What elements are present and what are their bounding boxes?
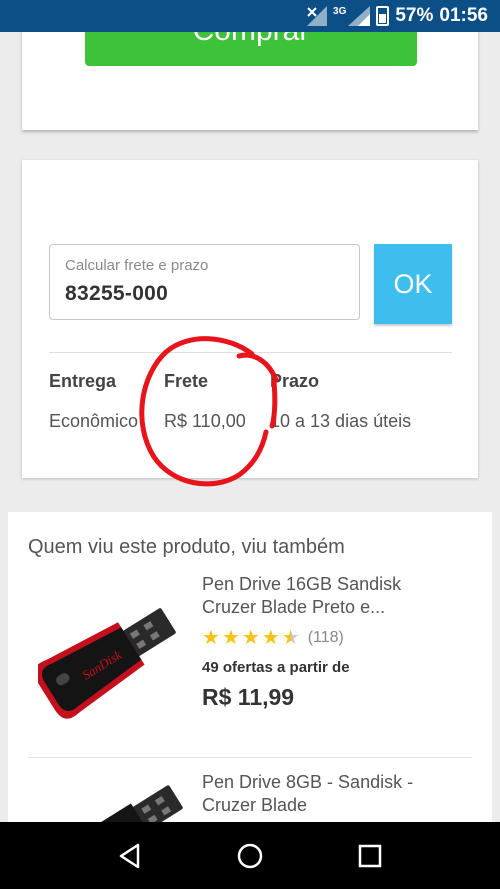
product-image[interactable]: SanDisk [34,580,198,730]
battery-icon [376,6,390,26]
cep-input[interactable]: Calcular frete e prazo 83255-000 [49,244,360,320]
header-delivery: Entrega [49,371,117,391]
divider [28,757,472,758]
network-type: 3G [333,6,347,17]
hand-drawn-circle-annotation [139,336,279,487]
star-icon: ★ [241,627,260,649]
related-products-title: Quem viu este produto, viu também [28,536,345,558]
cell-signal-icon [348,6,371,26]
home-icon[interactable] [230,836,270,876]
half-star-icon: ★ [281,627,300,649]
cep-input-value: 83255-000 [65,282,169,305]
back-icon[interactable] [110,836,150,876]
wifi-off-signal-icon [305,6,328,26]
star-icon: ★ [202,627,220,649]
offers-text: 49 ofertas a partir de [202,659,350,676]
navigation-bar [0,822,500,889]
related-products-card: Quem viu este produto, viu também SanDis… [8,512,492,842]
product-price: R$ 11,99 [202,684,295,710]
product-name[interactable]: Pen Drive 16GB Sandisk Cruzer Blade Pret… [202,573,442,619]
ok-button[interactable]: OK [374,244,452,324]
product-rating: ★ ★ ★ ★ ★ (118) [202,625,344,650]
battery-percent: 57% [395,5,434,26]
cep-input-label: Calcular frete e prazo [65,257,209,274]
star-icon: ★ [221,627,240,649]
review-count: (118) [307,628,344,646]
recents-icon[interactable] [350,836,390,876]
star-icon: ★ [261,627,280,649]
cell-term: 10 a 13 dias úteis [270,411,412,431]
status-bar: 3G 57% 01:56 [0,0,500,32]
freight-calculator-card: Calcular frete e prazo 83255-000 OK Entr… [22,160,478,487]
product-name[interactable]: Pen Drive 8GB - Sandisk - Cruzer Blade [202,771,442,817]
clock: 01:56 [439,5,488,26]
